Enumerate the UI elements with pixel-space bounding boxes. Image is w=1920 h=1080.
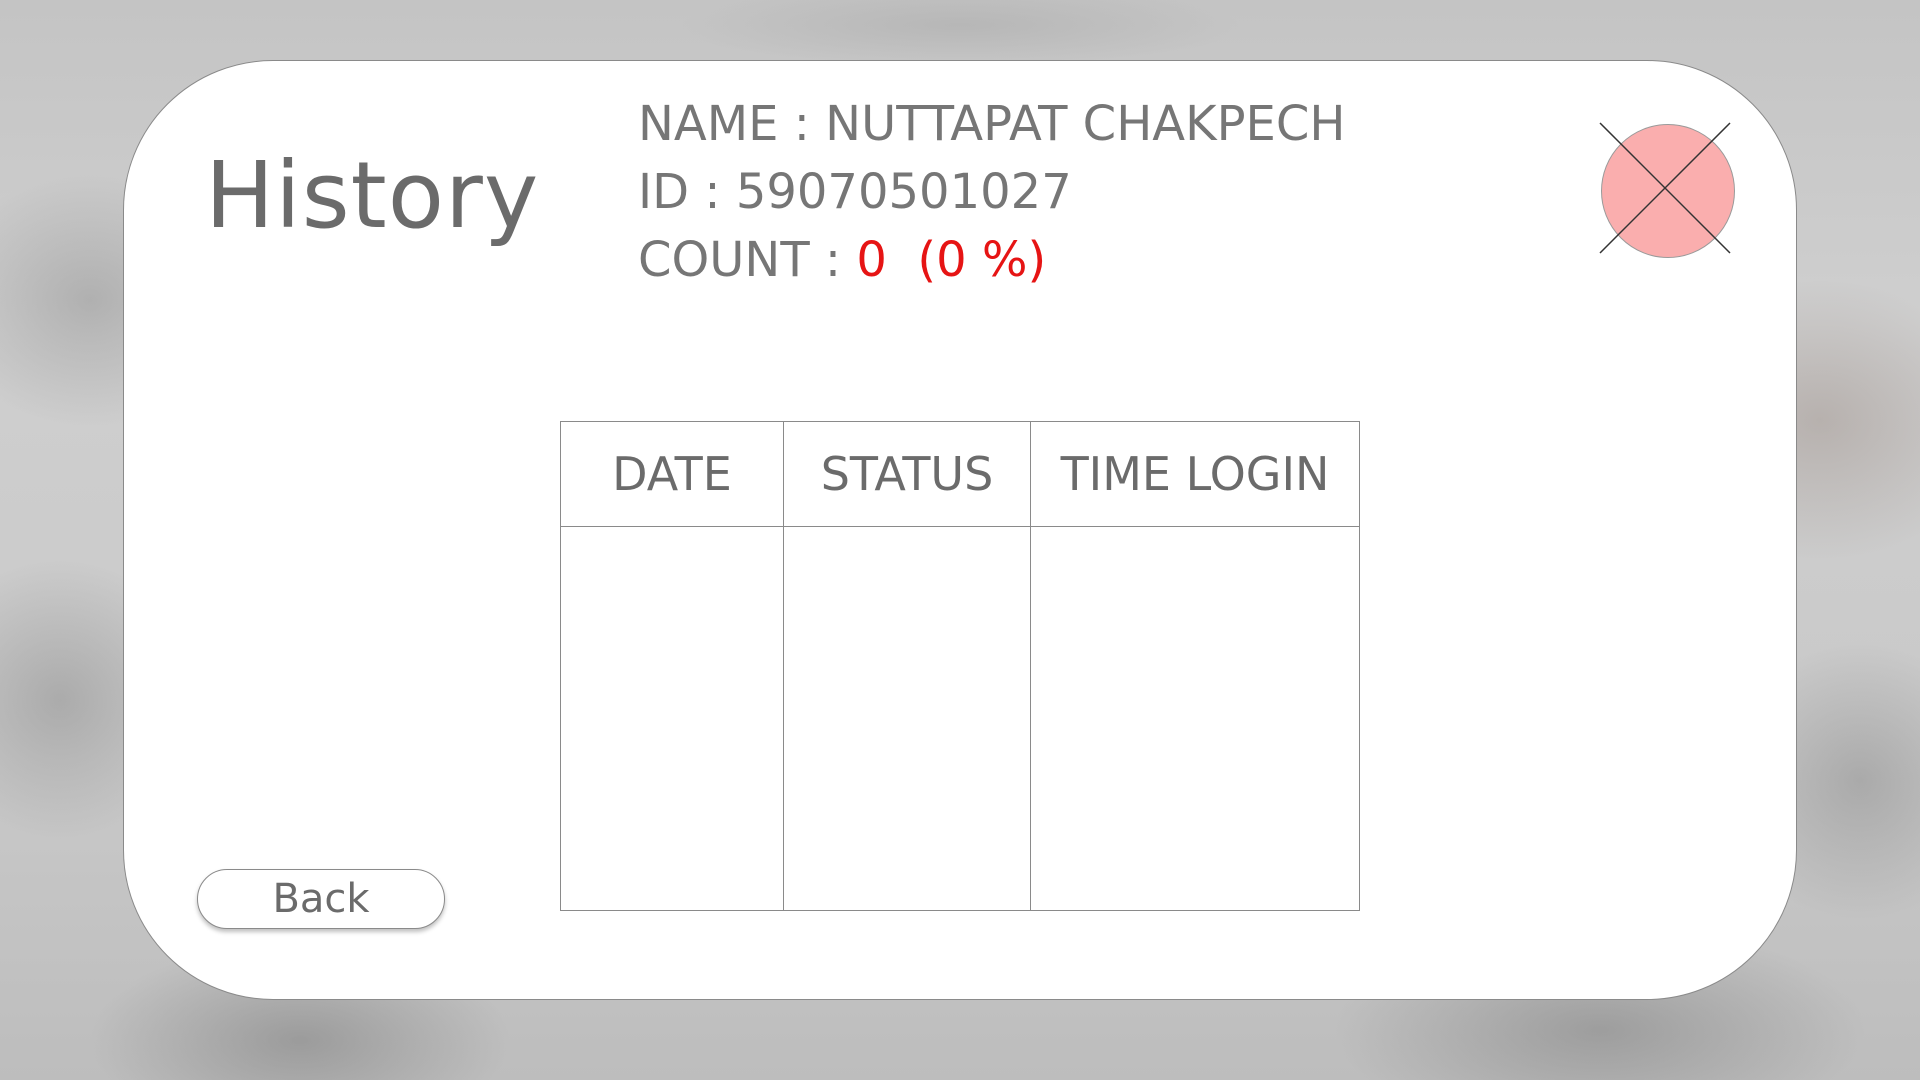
time-login-column-body bbox=[1031, 527, 1359, 910]
close-x-icon bbox=[1599, 122, 1731, 254]
history-table: DATE STATUS TIME LOGIN bbox=[560, 421, 1360, 911]
column-header-date: DATE bbox=[561, 422, 784, 527]
close-button[interactable] bbox=[1599, 122, 1735, 258]
date-column-body bbox=[561, 527, 784, 910]
count-percent: (0 %) bbox=[917, 232, 1047, 288]
user-name-line: NAME : NUTTAPAT CHAKPECH bbox=[638, 100, 1345, 148]
back-button[interactable]: Back bbox=[197, 869, 445, 929]
count-label: COUNT : bbox=[638, 232, 857, 288]
name-label: NAME : bbox=[638, 96, 826, 152]
user-id: 59070501027 bbox=[735, 164, 1072, 220]
count-line: COUNT : 0 (0 %) bbox=[638, 236, 1046, 284]
column-header-status: STATUS bbox=[784, 422, 1031, 527]
page-title: History bbox=[205, 142, 540, 249]
count-value: 0 bbox=[856, 232, 887, 288]
user-id-line: ID : 59070501027 bbox=[638, 168, 1072, 216]
status-column-body bbox=[784, 527, 1031, 910]
column-header-time-login: TIME LOGIN bbox=[1031, 422, 1359, 527]
id-label: ID : bbox=[638, 164, 736, 220]
user-name: NUTTAPAT CHAKPECH bbox=[825, 96, 1346, 152]
